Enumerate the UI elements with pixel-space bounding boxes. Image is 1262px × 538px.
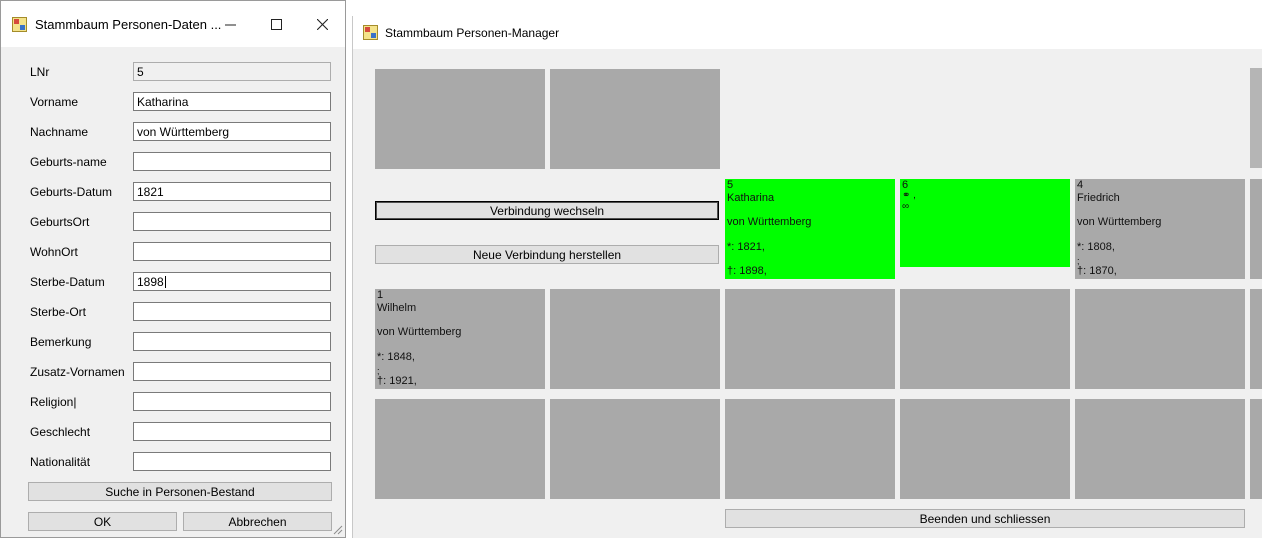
- field-row-geburtsname: Geburts-name: [1, 152, 345, 176]
- field-row-vorname: Vorname Katharina: [1, 92, 345, 116]
- person-tile-partial[interactable]: [1250, 289, 1262, 389]
- ok-button[interactable]: OK: [28, 512, 177, 531]
- text-caret: [164, 276, 166, 288]
- dialog-title: Stammbaum Personen-Daten ...: [35, 16, 222, 32]
- app-icon: [12, 16, 27, 32]
- field-row-geburtsort: GeburtsOrt: [1, 212, 345, 236]
- person-birth: *: 1821,: [727, 241, 765, 253]
- marriage-tile[interactable]: 6 ⚭ , ∞: [900, 179, 1070, 267]
- resize-grip-icon[interactable]: [333, 525, 343, 535]
- geburtsname-field[interactable]: [133, 152, 331, 171]
- nationalitaet-field[interactable]: [133, 452, 331, 471]
- field-row-nachname: Nachname von Württemberg: [1, 122, 345, 146]
- geburtsdatum-label: Geburts-Datum: [30, 185, 113, 199]
- sterbedatum-label: Sterbe-Datum: [30, 275, 105, 289]
- marriage-line: ∞: [902, 201, 910, 212]
- person-tile-empty[interactable]: [1075, 289, 1245, 389]
- lnr-field[interactable]: 5: [133, 62, 331, 81]
- new-connection-button[interactable]: Neue Verbindung herstellen: [375, 245, 719, 264]
- nachname-label: Nachname: [30, 125, 89, 139]
- field-row-wohnort: WohnOrt: [1, 242, 345, 266]
- vorname-label: Vorname: [30, 95, 79, 109]
- field-row-zusatzvornamen: Zusatz-Vornamen: [1, 362, 345, 386]
- search-persons-button[interactable]: Suche in Personen-Bestand: [28, 482, 332, 501]
- person-tile-wilhelm[interactable]: 1 Wilhelm von Württemberg *: 1848, ; †: …: [375, 289, 545, 389]
- field-row-geburtsdatum: Geburts-Datum 1821: [1, 182, 345, 206]
- geschlecht-field[interactable]: [133, 422, 331, 441]
- person-last-name: von Württemberg: [377, 326, 462, 338]
- wohnort-label: WohnOrt: [30, 245, 78, 259]
- person-last-name: von Württemberg: [1077, 216, 1162, 228]
- person-data-dialog: Stammbaum Personen-Daten ... LNr 5 Vorna…: [0, 0, 346, 538]
- field-row-geschlecht: Geschlecht: [1, 422, 345, 446]
- wohnort-field[interactable]: [133, 242, 331, 261]
- field-row-sterbedatum: Sterbe-Datum 1898: [1, 272, 345, 296]
- geschlecht-label: Geschlecht: [30, 425, 91, 439]
- nachname-field[interactable]: von Württemberg: [133, 122, 331, 141]
- person-last-name: von Württemberg: [727, 216, 812, 228]
- person-tile-partial[interactable]: [1250, 179, 1262, 279]
- person-death: †: 1870,: [1077, 265, 1117, 277]
- person-death: †: 1898,: [727, 265, 767, 277]
- person-death: †: 1921,: [377, 375, 417, 387]
- geburtsort-field[interactable]: [133, 212, 331, 231]
- geburtsname-label: Geburts-name: [30, 155, 107, 169]
- person-tile-empty[interactable]: [725, 289, 895, 389]
- sterbeort-label: Sterbe-Ort: [30, 305, 87, 319]
- minimize-icon[interactable]: [207, 1, 253, 47]
- close-icon[interactable]: [299, 1, 345, 47]
- manager-title: Stammbaum Personen-Manager: [385, 25, 560, 40]
- person-tile-empty[interactable]: [375, 69, 545, 169]
- person-tile-partial[interactable]: [1250, 399, 1262, 499]
- sterbedatum-value: 1898: [137, 275, 164, 289]
- exit-and-close-button[interactable]: Beenden und schliessen: [725, 509, 1245, 528]
- maximize-icon[interactable]: [253, 1, 299, 47]
- person-tile-empty[interactable]: [550, 399, 720, 499]
- dialog-titlebar[interactable]: Stammbaum Personen-Daten ...: [1, 1, 345, 47]
- religion-label: Religion|: [30, 395, 77, 409]
- geburtsdatum-field[interactable]: 1821: [133, 182, 331, 201]
- field-row-bemerkung: Bemerkung: [1, 332, 345, 356]
- app-icon: [363, 25, 378, 40]
- person-tile-empty[interactable]: [1075, 399, 1245, 499]
- switch-connection-button[interactable]: Verbindung wechseln: [375, 201, 719, 220]
- person-first-name: Katharina: [727, 192, 775, 204]
- person-first-name: Wilhelm: [377, 302, 417, 314]
- bemerkung-label: Bemerkung: [30, 335, 92, 349]
- person-id: 4: [1077, 179, 1084, 191]
- person-first-name: Friedrich: [1077, 192, 1120, 204]
- person-manager-window: Stammbaum Personen-Manager Verbindung we…: [352, 16, 1262, 538]
- vertical-scrollbar[interactable]: [1250, 68, 1262, 168]
- person-tile-empty[interactable]: [550, 289, 720, 389]
- vorname-field[interactable]: Katharina: [133, 92, 331, 111]
- person-tile-empty[interactable]: [550, 69, 720, 169]
- person-birth: *: 1808,: [1077, 241, 1115, 253]
- cancel-button[interactable]: Abbrechen: [183, 512, 332, 531]
- person-tile-empty[interactable]: [375, 399, 545, 499]
- lnr-label: LNr: [30, 65, 50, 79]
- person-tile-katharina[interactable]: 5 Katharina von Württemberg *: 1821, †: …: [725, 179, 895, 279]
- field-row-nationalitaet: Nationalität: [1, 452, 345, 476]
- person-tile-empty[interactable]: [900, 399, 1070, 499]
- geburtsort-label: GeburtsOrt: [30, 215, 90, 229]
- person-id: 1: [377, 289, 384, 301]
- zusatzvornamen-field[interactable]: [133, 362, 331, 381]
- person-tile-empty[interactable]: [725, 399, 895, 499]
- person-tile-friedrich[interactable]: 4 Friedrich von Württemberg *: 1808, ; †…: [1075, 179, 1245, 279]
- sterbeort-field[interactable]: [133, 302, 331, 321]
- nationalitaet-label: Nationalität: [30, 455, 91, 469]
- person-tile-empty[interactable]: [900, 289, 1070, 389]
- field-row-religion: Religion|: [1, 392, 345, 416]
- field-row-lnr: LNr 5: [1, 62, 345, 86]
- manager-titlebar[interactable]: Stammbaum Personen-Manager: [353, 16, 1262, 49]
- zusatzvornamen-label: Zusatz-Vornamen: [30, 365, 125, 379]
- person-birth: *: 1848,: [377, 351, 415, 363]
- religion-field[interactable]: [133, 392, 331, 411]
- bemerkung-field[interactable]: [133, 332, 331, 351]
- sterbedatum-field[interactable]: 1898: [133, 272, 331, 291]
- person-id: 5: [727, 179, 734, 191]
- field-row-sterbeort: Sterbe-Ort: [1, 302, 345, 326]
